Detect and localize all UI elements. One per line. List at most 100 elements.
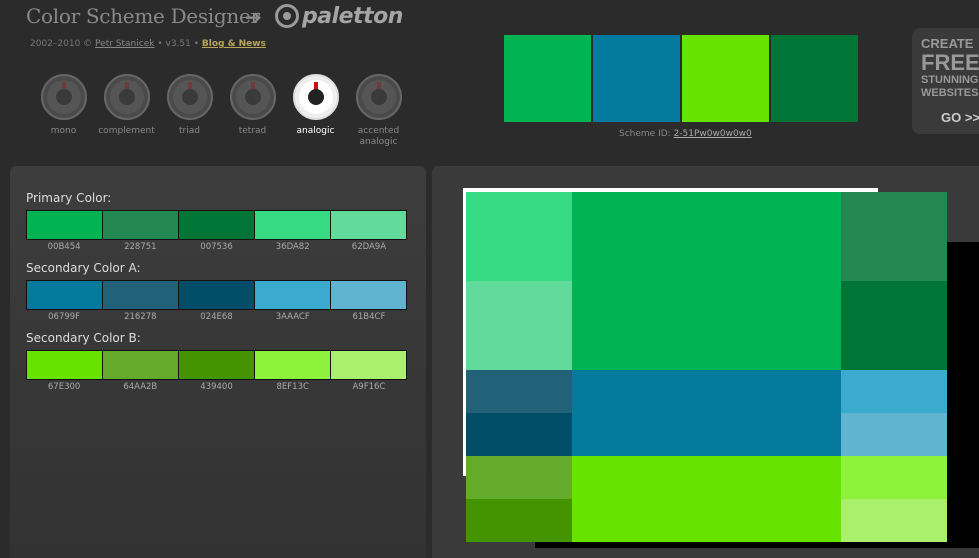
ad-go-button[interactable]: GO >> xyxy=(941,110,979,125)
color-swatch[interactable] xyxy=(179,281,255,309)
paletton-logo[interactable]: paletton xyxy=(275,2,403,30)
wheel-hub xyxy=(55,89,72,105)
color-hex-code: 64AA2B xyxy=(123,382,158,392)
scheme-label: complement xyxy=(98,126,155,136)
sample-b-dark-2 xyxy=(466,499,572,542)
sample-a-light-1 xyxy=(841,370,947,413)
scheme-id: Scheme ID: 2-51Pw0w0w0w0 xyxy=(619,129,752,139)
ad-line-3: STUNNING xyxy=(921,74,979,86)
scheme-complement[interactable]: complement xyxy=(95,74,158,148)
sample-grid xyxy=(466,192,947,542)
color-swatch[interactable] xyxy=(103,281,179,309)
credits-prefix: 2002–2010 © xyxy=(30,39,93,49)
color-swatch[interactable] xyxy=(255,211,331,239)
color-group-title: Secondary Color A: xyxy=(26,261,141,275)
scheme-label: tetrad xyxy=(238,126,267,136)
color-swatch[interactable] xyxy=(27,281,103,309)
scheme-type-selector: mono complement triad tetrad analogic accente… xyxy=(32,74,410,148)
sample-primary-light-2 xyxy=(466,281,572,370)
color-hex-code: 8EF13C xyxy=(276,382,309,392)
sample-b-light-2 xyxy=(841,499,947,542)
color-code-row: 67E300 64AA2B 439400 8EF13C A9F16C xyxy=(26,380,407,392)
scheme-tetrad[interactable]: tetrad xyxy=(221,74,284,148)
color-swatch[interactable] xyxy=(255,351,331,379)
ad-line-4: WEBSITES xyxy=(921,87,979,99)
color-hex-code: 3AAACF xyxy=(275,312,310,322)
scheme-label: accented analogic xyxy=(357,126,400,147)
color-hex-code: A9F16C xyxy=(352,382,386,392)
color-swatch[interactable] xyxy=(331,211,406,239)
color-swatch-row xyxy=(26,210,407,240)
color-wheel-icon xyxy=(103,74,150,120)
color-wheel-icon xyxy=(229,74,276,120)
sample-b-main xyxy=(572,456,841,542)
sample-a-dark-2 xyxy=(466,413,572,456)
color-wheel-icon xyxy=(40,74,87,120)
color-hex-code: 228751 xyxy=(124,242,157,252)
color-hex-code: 06799F xyxy=(48,312,81,322)
scheme-label: analogic xyxy=(296,126,335,136)
color-hex-code: 61B4CF xyxy=(352,312,386,322)
sample-a-light-2 xyxy=(841,413,947,456)
color-swatch[interactable] xyxy=(103,351,179,379)
color-wheel-icon xyxy=(166,74,213,120)
scheme-accented-analogic[interactable]: accented analogic xyxy=(347,74,410,148)
color-hex-code: 67E300 xyxy=(47,382,81,392)
scheme-id-link[interactable]: 2-51Pw0w0w0w0 xyxy=(674,129,752,139)
color-swatch[interactable] xyxy=(331,281,406,309)
wheel-hub xyxy=(118,89,135,105)
color-hex-code: 62DA9A xyxy=(351,242,387,252)
scheme-triad[interactable]: triad xyxy=(158,74,221,148)
color-hex-code: 007536 xyxy=(200,242,233,252)
color-swatch[interactable] xyxy=(103,211,179,239)
sample-primary-main xyxy=(572,192,841,370)
scheme-id-label: Scheme ID: xyxy=(619,129,671,139)
ad-line-2: FREE xyxy=(921,50,979,75)
sample-primary-dark-2 xyxy=(841,281,947,370)
color-group-title: Primary Color: xyxy=(26,191,112,205)
color-group-title: Secondary Color B: xyxy=(26,331,141,345)
color-swatch[interactable] xyxy=(179,211,255,239)
color-list-panel: Primary Color: 00B454 228751 007536 36DA82 62… xyxy=(10,166,426,558)
preview-swatch[interactable] xyxy=(593,35,680,122)
sample-a-dark-1 xyxy=(466,370,572,413)
scheme-analogic[interactable]: analogic xyxy=(284,74,347,148)
wheel-hub xyxy=(244,89,261,105)
color-hex-code: 024E68 xyxy=(200,312,233,322)
scheme-mono[interactable]: mono xyxy=(32,74,95,148)
color-swatch[interactable] xyxy=(179,351,255,379)
color-hex-code: 216278 xyxy=(124,312,157,322)
paletton-logo-icon xyxy=(275,4,299,28)
color-wheel-icon xyxy=(292,74,339,120)
blog-news-link[interactable]: Blog & News xyxy=(202,39,266,49)
ad-banner[interactable]: CREATE FREE STUNNING WEBSITES GO >> xyxy=(912,28,979,134)
scheme-label: mono xyxy=(50,126,77,136)
logo-text: paletton xyxy=(302,3,403,29)
color-code-row: 06799F 216278 024E68 3AAACF 61B4CF xyxy=(26,310,407,322)
color-swatch-row xyxy=(26,280,407,310)
sample-primary-dark-1 xyxy=(841,192,947,281)
wheel-hub xyxy=(181,89,198,105)
color-swatch[interactable] xyxy=(255,281,331,309)
wheel-hub xyxy=(307,89,324,105)
app-title: Color Scheme Designer xyxy=(26,4,260,28)
arrow-right-icon: ➔ xyxy=(245,5,262,29)
sample-primary-light-1 xyxy=(466,192,572,281)
color-hex-code: 439400 xyxy=(200,382,233,392)
sample-b-light-1 xyxy=(841,456,947,499)
color-swatch[interactable] xyxy=(331,351,406,379)
credits: 2002–2010 © Petr Stanicek • v3.51 • Blog… xyxy=(30,39,266,49)
preview-swatch[interactable] xyxy=(504,35,591,122)
sample-b-dark-1 xyxy=(466,456,572,499)
color-code-row: 00B454 228751 007536 36DA82 62DA9A xyxy=(26,240,407,252)
color-hex-code: 00B454 xyxy=(47,242,81,252)
color-swatch[interactable] xyxy=(27,351,103,379)
wheel-hub xyxy=(370,89,387,105)
author-link[interactable]: Petr Stanicek xyxy=(95,39,154,49)
color-swatch[interactable] xyxy=(27,211,103,239)
scheme-label: triad xyxy=(179,126,200,136)
preview-swatch[interactable] xyxy=(682,35,769,122)
credits-version: • v3.51 • xyxy=(157,39,200,49)
preview-swatch[interactable] xyxy=(771,35,858,122)
color-wheel-icon xyxy=(355,74,402,120)
